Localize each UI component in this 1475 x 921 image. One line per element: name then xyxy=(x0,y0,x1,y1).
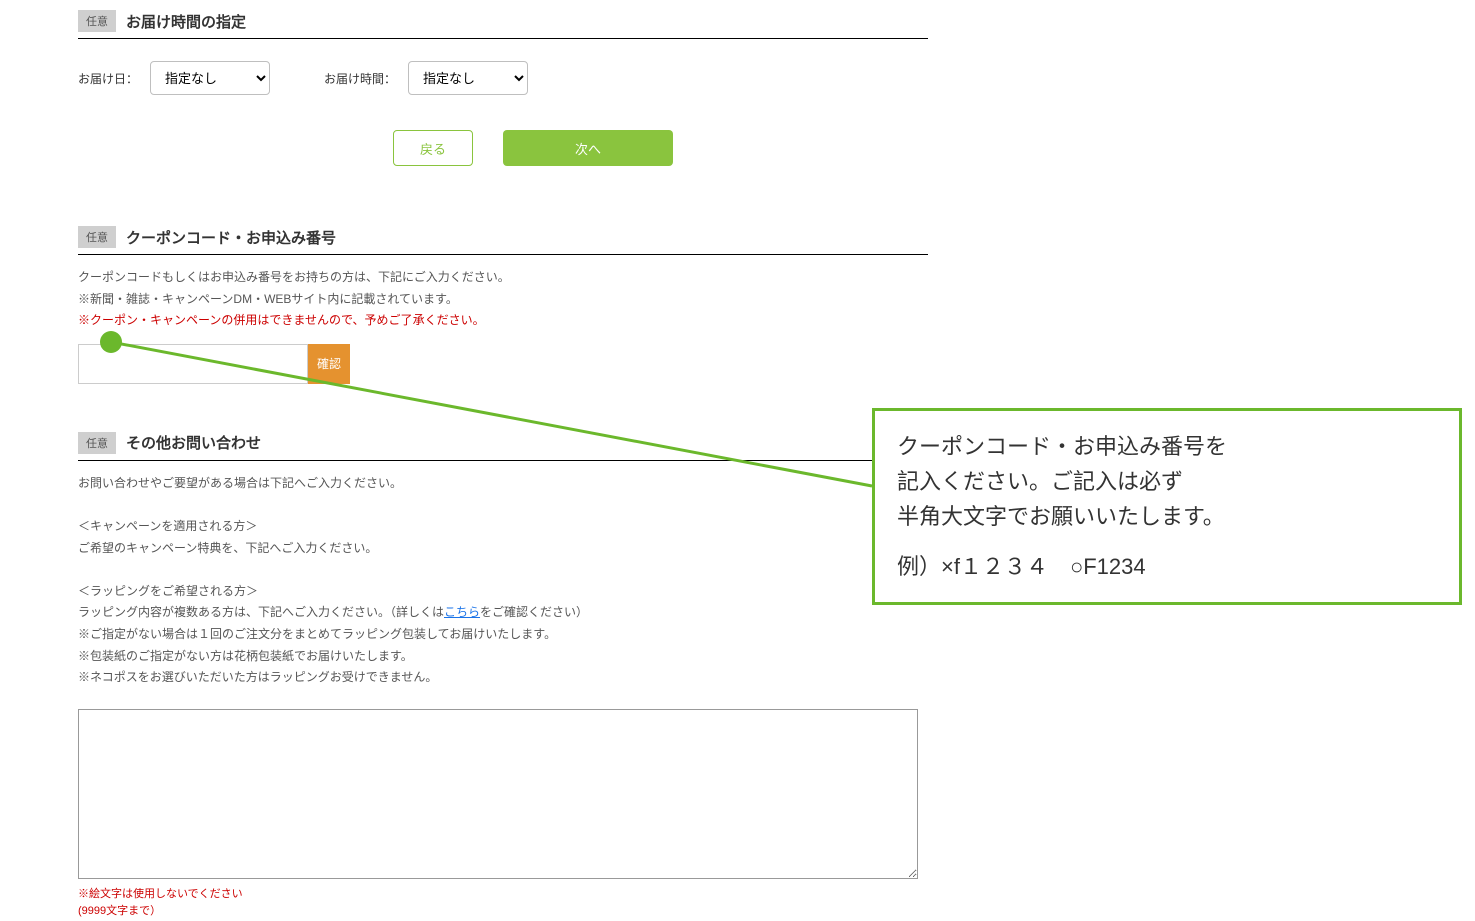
inquiry-wrap-1b: をご確認ください） xyxy=(480,605,588,619)
inquiry-wrap-1: ラッピング内容が複数ある方は、下記へご入力ください。（詳しくはこちらをご確認くだ… xyxy=(78,602,928,624)
badge-optional: 任意 xyxy=(78,432,116,454)
delivery-date-select[interactable]: 指定なし xyxy=(150,61,270,95)
inquiry-textarea[interactable] xyxy=(78,709,918,879)
section-header-delivery: 任意 お届け時間の指定 xyxy=(78,10,928,39)
inquiry-campaign-h: ＜キャンペーンを適用される方＞ xyxy=(78,516,928,538)
delivery-date-label: お届け日： xyxy=(78,70,138,87)
inquiry-wrap-4: ※ネコポスをお選びいただいた方はラッピングお受けできません。 xyxy=(78,667,928,689)
callout-line2: 記入ください。ご記入は必ず xyxy=(897,464,1437,499)
inquiry-note1: ※絵文字は使用しないでください xyxy=(78,886,928,904)
back-button[interactable]: 戻る xyxy=(393,130,473,166)
coupon-desc-3: ※クーポン・キャンペーンの併用はできませんので、予めご了承ください。 xyxy=(78,310,928,332)
annotation-dot-icon xyxy=(100,331,122,353)
inquiry-title: その他お問い合わせ xyxy=(126,432,261,453)
badge-optional: 任意 xyxy=(78,226,116,248)
button-row: 戻る 次へ xyxy=(78,130,928,166)
inquiry-wrap-3: ※包装紙のご指定がない方は花柄包装紙でお届けいたします。 xyxy=(78,646,928,668)
delivery-row: お届け日： 指定なし お届け時間： 指定なし xyxy=(78,61,928,95)
coupon-title: クーポンコード・お申込み番号 xyxy=(126,227,336,248)
inquiry-campaign-1: ご希望のキャンペーン特典を、下記へご入力ください。 xyxy=(78,538,928,560)
next-button[interactable]: 次へ xyxy=(503,130,673,166)
inquiry-note2: (9999文字まで） xyxy=(78,903,928,921)
coupon-row: 確認 xyxy=(78,344,928,384)
section-header-inquiry: 任意 その他お問い合わせ xyxy=(78,432,928,461)
inquiry-wrap-2: ※ご指定がない場合は１回のご注文分をまとめてラッピング包装してお届けいたします。 xyxy=(78,624,928,646)
coupon-desc-1: クーポンコードもしくはお申込み番号をお持ちの方は、下記にご入力ください。 xyxy=(78,267,928,289)
delivery-time-select[interactable]: 指定なし xyxy=(408,61,528,95)
badge-optional: 任意 xyxy=(78,10,116,32)
delivery-title: お届け時間の指定 xyxy=(126,11,246,32)
inquiry-wrap-link[interactable]: こちら xyxy=(444,605,480,619)
inquiry-notes: ※絵文字は使用しないでください (9999文字まで） xyxy=(78,886,928,921)
delivery-time-label: お届け時間： xyxy=(324,70,396,87)
coupon-desc-2: ※新聞・雑誌・キャンペーンDM・WEBサイト内に記載されています。 xyxy=(78,289,928,311)
inquiry-desc: お問い合わせやご要望がある場合は下記へご入力ください。 ＜キャンペーンを適用され… xyxy=(78,473,928,689)
coupon-desc: クーポンコードもしくはお申込み番号をお持ちの方は、下記にご入力ください。 ※新聞… xyxy=(78,267,928,332)
coupon-confirm-button[interactable]: 確認 xyxy=(308,344,350,384)
inquiry-line1: お問い合わせやご要望がある場合は下記へご入力ください。 xyxy=(78,473,928,495)
callout-example: 例）×f１２３４ ○F1234 xyxy=(897,549,1437,584)
section-header-coupon: 任意 クーポンコード・お申込み番号 xyxy=(78,226,928,255)
annotation-callout: クーポンコード・お申込み番号を 記入ください。ご記入は必ず 半角大文字でお願いい… xyxy=(872,408,1462,605)
inquiry-wrap-1a: ラッピング内容が複数ある方は、下記へご入力ください。（詳しくは xyxy=(78,605,444,619)
callout-line1: クーポンコード・お申込み番号を xyxy=(897,429,1437,464)
inquiry-wrap-h: ＜ラッピングをご希望される方＞ xyxy=(78,581,928,603)
callout-line3: 半角大文字でお願いいたします。 xyxy=(897,499,1437,534)
